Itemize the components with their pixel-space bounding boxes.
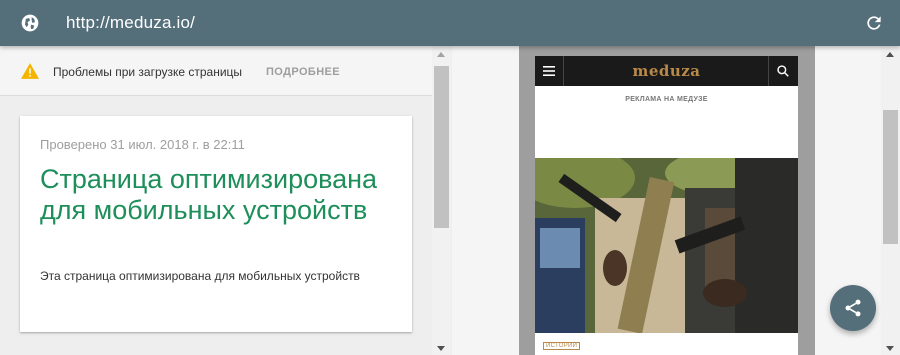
header-divider bbox=[768, 56, 769, 86]
site-logo: meduza bbox=[632, 62, 701, 80]
left-scrollbar[interactable] bbox=[432, 46, 451, 355]
url-text[interactable]: http://meduza.io/ bbox=[66, 13, 195, 33]
scroll-thumb[interactable] bbox=[434, 66, 449, 228]
ad-label: РЕКЛАМА НА МЕДУЗЕ bbox=[625, 96, 708, 103]
url-bar: http://meduza.io/ bbox=[0, 0, 900, 46]
article-photo bbox=[535, 158, 798, 333]
globe-icon bbox=[21, 14, 39, 32]
warning-banner: Проблемы при загрузке страницы ПОДРОБНЕЕ bbox=[0, 46, 432, 96]
more-details-link[interactable]: ПОДРОБНЕЕ bbox=[266, 66, 340, 78]
scroll-up-arrow-icon[interactable] bbox=[437, 52, 445, 57]
mobile-screen-preview: meduza РЕКЛАМА НА МЕДУЗЕ ИСТОРИИ bbox=[535, 56, 798, 355]
checked-timestamp: Проверено 31 июл. 2018 г. в 22:11 bbox=[40, 137, 245, 152]
scroll-up-arrow-icon[interactable] bbox=[886, 52, 894, 57]
result-title: Страница оптимизирована для мобильных ус… bbox=[40, 164, 378, 225]
result-card: Проверено 31 июл. 2018 г. в 22:11 Страни… bbox=[20, 116, 412, 332]
category-tag: ИСТОРИИ bbox=[543, 342, 581, 350]
result-description: Эта страница оптимизирована для мобильны… bbox=[40, 269, 360, 283]
scroll-down-arrow-icon[interactable] bbox=[886, 346, 894, 351]
scroll-thumb[interactable] bbox=[883, 110, 898, 244]
site-header: meduza bbox=[535, 56, 798, 86]
warning-icon bbox=[21, 63, 39, 79]
right-scrollbar[interactable] bbox=[881, 46, 900, 355]
share-button[interactable] bbox=[830, 285, 876, 331]
reload-icon[interactable] bbox=[864, 13, 884, 33]
share-icon bbox=[845, 299, 861, 317]
search-icon bbox=[777, 65, 789, 77]
scroll-down-arrow-icon[interactable] bbox=[437, 346, 445, 351]
warning-text: Проблемы при загрузке страницы bbox=[53, 65, 243, 79]
phone-frame: meduza РЕКЛАМА НА МЕДУЗЕ ИСТОРИИ bbox=[519, 46, 815, 355]
results-panel: Проблемы при загрузке страницы ПОДРОБНЕЕ… bbox=[0, 46, 451, 355]
article-photo-art bbox=[535, 158, 798, 333]
